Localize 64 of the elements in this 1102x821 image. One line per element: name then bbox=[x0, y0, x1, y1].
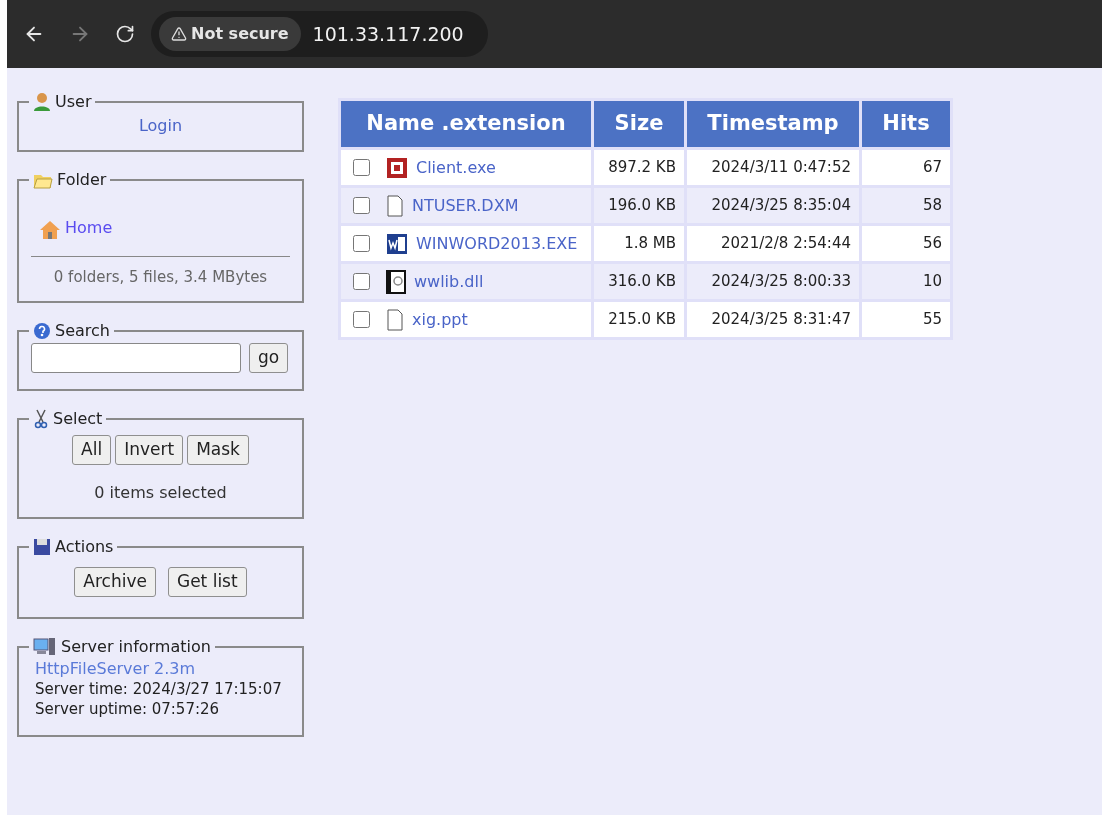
row-checkbox[interactable] bbox=[353, 159, 370, 176]
folder-summary: 0 folders, 5 files, 3.4 MBytes bbox=[53, 268, 268, 286]
table-cell: 2024/3/11 0:47:52 bbox=[687, 150, 859, 185]
file-link[interactable]: NTUSER.DXM bbox=[412, 193, 519, 218]
column-header[interactable]: Size bbox=[594, 101, 684, 147]
table-cell: 2024/3/25 8:00:33 bbox=[687, 264, 859, 299]
row-checkbox[interactable] bbox=[353, 273, 370, 290]
action-button[interactable]: Mask bbox=[187, 435, 249, 465]
table-cell: 1.8 MB bbox=[594, 226, 684, 261]
security-label: Not secure bbox=[191, 23, 289, 45]
table-cell: 55 bbox=[862, 302, 950, 337]
help-icon bbox=[33, 322, 51, 340]
row-checkbox[interactable] bbox=[353, 235, 370, 252]
address-text[interactable]: 101.33.117.200 bbox=[312, 19, 464, 49]
table-cell: 316.0 KB bbox=[594, 264, 684, 299]
home-link[interactable]: Home bbox=[65, 216, 113, 240]
action-button[interactable]: go bbox=[249, 343, 289, 373]
panel-title: Folder bbox=[57, 169, 107, 191]
search-field[interactable] bbox=[31, 343, 241, 373]
panel-title: Select bbox=[53, 408, 103, 430]
panel-title: Server information bbox=[61, 636, 211, 658]
action-button[interactable]: Get list bbox=[167, 567, 247, 597]
column-header[interactable]: Name .extension bbox=[341, 101, 591, 147]
server-info-line: Server uptime: 07:57:26 bbox=[35, 699, 221, 719]
table-cell: 67 bbox=[862, 150, 950, 185]
table-cell: 2021/2/8 2:54:44 bbox=[687, 226, 859, 261]
file-link[interactable]: WINWORD2013.EXE bbox=[416, 231, 578, 256]
home-icon bbox=[39, 220, 61, 240]
panel-title: User bbox=[55, 91, 92, 113]
table-cell: 56 bbox=[862, 226, 950, 261]
table-cell: 10 bbox=[862, 264, 950, 299]
server-info-line: Server time: 2024/3/27 17:15:07 bbox=[35, 679, 283, 699]
document-icon bbox=[386, 194, 404, 217]
column-header[interactable]: Hits bbox=[862, 101, 950, 147]
panel-title: Search bbox=[55, 320, 110, 342]
table-cell: 2024/3/25 8:31:47 bbox=[687, 302, 859, 337]
warning-icon bbox=[171, 26, 187, 42]
scissors-icon bbox=[33, 409, 49, 429]
table-cell: 215.0 KB bbox=[594, 302, 684, 337]
action-button[interactable]: Archive bbox=[74, 567, 156, 597]
table-cell: 58 bbox=[862, 188, 950, 223]
row-checkbox[interactable] bbox=[353, 311, 370, 328]
reload-icon[interactable] bbox=[115, 24, 135, 44]
action-button[interactable]: All bbox=[72, 435, 112, 465]
login-link[interactable]: Login bbox=[138, 116, 183, 135]
document-icon bbox=[386, 308, 404, 331]
computer-icon bbox=[33, 637, 57, 657]
app-icon bbox=[386, 156, 408, 179]
file-link[interactable]: Client.exe bbox=[416, 155, 496, 180]
panel-title: Actions bbox=[55, 536, 114, 558]
action-button[interactable]: Invert bbox=[115, 435, 184, 465]
table-cell: 196.0 KB bbox=[594, 188, 684, 223]
gear-file-icon bbox=[386, 269, 406, 294]
file-link[interactable]: wwlib.dll bbox=[414, 269, 484, 294]
row-checkbox[interactable] bbox=[353, 197, 370, 214]
column-header[interactable]: Timestamp bbox=[687, 101, 859, 147]
product-link[interactable]: HttpFileServer 2.3m bbox=[35, 659, 290, 679]
word-document-icon bbox=[386, 232, 408, 255]
table-cell: 2024/3/25 8:35:04 bbox=[687, 188, 859, 223]
selection-status: 0 items selected bbox=[94, 483, 227, 502]
security-chip[interactable]: Not secure bbox=[159, 17, 301, 51]
user-icon bbox=[33, 92, 51, 112]
file-link[interactable]: xig.ppt bbox=[412, 307, 468, 332]
table-cell: 897.2 KB bbox=[594, 150, 684, 185]
